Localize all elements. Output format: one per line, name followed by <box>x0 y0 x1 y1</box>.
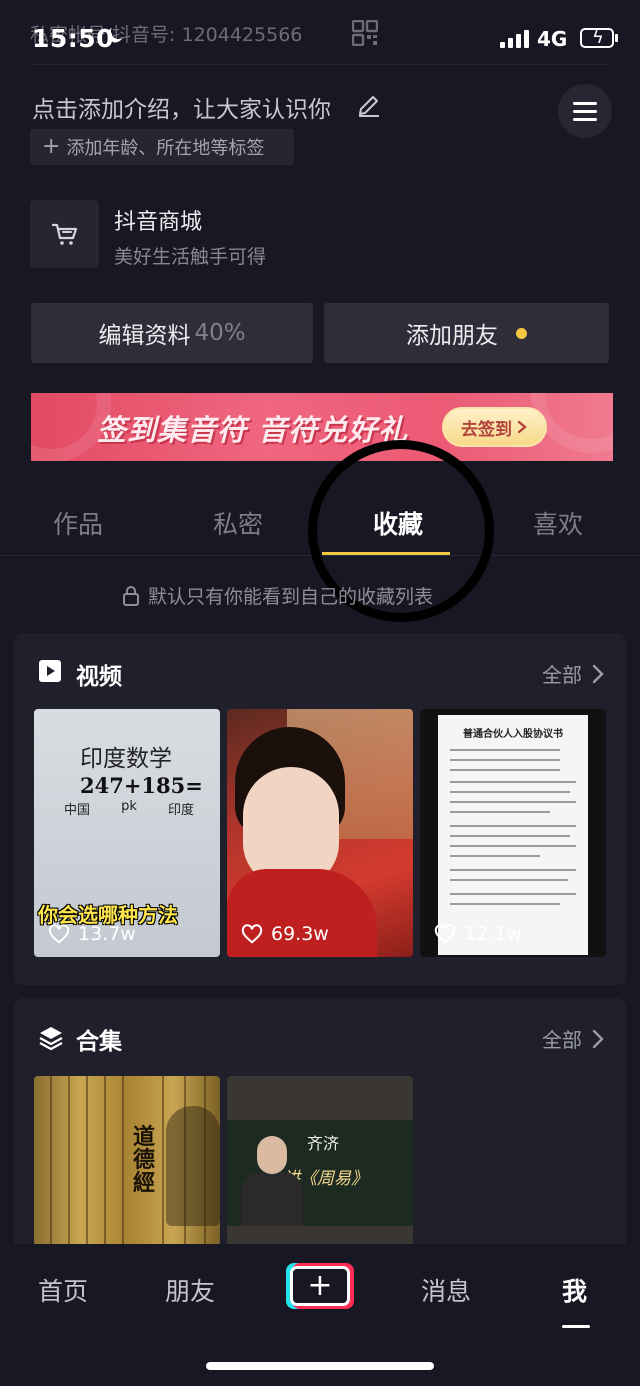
status-time: 15:50 <box>32 24 115 53</box>
nav-friends[interactable]: 朋友 <box>165 1272 215 1308</box>
nav-me[interactable]: 我 <box>562 1272 587 1308</box>
chevron-right-icon <box>592 664 604 683</box>
video-thumbnail[interactable]: 普通合伙人入股协议书 12.1w <box>420 709 606 957</box>
checkin-banner[interactable]: 签到集音符 音符兑好礼 去签到 <box>31 393 613 461</box>
videos-all-link[interactable]: 全部 <box>542 659 604 688</box>
nav-active-indicator <box>562 1325 590 1328</box>
videos-section: 视频 全部 印度数学 247+185= 中国 pk 印度 你会选哪种方法 13.… <box>14 633 626 985</box>
signal-icon <box>500 30 529 48</box>
like-count: 69.3w <box>241 923 329 945</box>
mall-title[interactable]: 抖音商城 <box>114 204 202 236</box>
video-thumbnail[interactable]: 印度数学 247+185= 中国 pk 印度 你会选哪种方法 13.7w <box>34 709 220 957</box>
heart-icon <box>434 924 456 944</box>
privacy-note: 默认只有你能看到自己的收藏列表 <box>122 582 433 609</box>
banner-text: 签到集音符 音符兑好礼 <box>97 413 409 447</box>
tab-works[interactable]: 作品 <box>53 505 103 541</box>
like-count: 13.7w <box>48 923 136 945</box>
heart-icon <box>48 924 70 944</box>
moon-icon <box>104 24 126 52</box>
heart-icon <box>241 924 263 944</box>
header-divider <box>30 64 610 65</box>
add-friend-button[interactable]: 添加朋友 <box>324 303 609 363</box>
privacy-text: 默认只有你能看到自己的收藏列表 <box>148 586 434 608</box>
videos-all-label: 全部 <box>542 663 582 687</box>
like-count: 12.1w <box>434 923 522 945</box>
video-text: 247+185= <box>80 773 203 798</box>
video-text: 中国 pk 印度 <box>64 799 194 818</box>
battery-icon: ϟ <box>580 27 614 48</box>
thumbnail-figure <box>241 1172 303 1226</box>
collection-thumbnail[interactable]: 齐济 讲《周易》 <box>227 1076 413 1246</box>
thumbnail-figure <box>257 1136 287 1174</box>
add-friend-label: 添加朋友 <box>406 323 498 349</box>
video-text: 印度数学 <box>80 746 172 772</box>
collection-thumbnail[interactable]: 道德經 <box>34 1076 220 1246</box>
checkin-button[interactable]: 去签到 <box>442 407 547 447</box>
notification-dot <box>516 327 527 339</box>
tab-private[interactable]: 私密 <box>213 505 263 541</box>
add-tags-chip[interactable]: + 添加年龄、所在地等标签 <box>30 129 294 165</box>
add-tags-label: 添加年龄、所在地等标签 <box>66 138 265 159</box>
play-icon <box>39 660 61 682</box>
menu-icon <box>573 101 597 105</box>
plus-icon: + <box>290 1266 350 1306</box>
collection-label: 道德經 <box>132 1125 155 1197</box>
edit-profile-label: 编辑资料 <box>98 323 191 349</box>
collections-title: 合集 <box>76 1029 122 1055</box>
qr-code-icon[interactable] <box>351 19 379 47</box>
collections-all-link[interactable]: 全部 <box>542 1024 604 1053</box>
chevron-right-icon <box>517 420 527 434</box>
battery-cap <box>615 34 618 42</box>
intro-prompt[interactable]: 点击添加介绍，让大家认识你 <box>32 90 331 124</box>
checkin-button-label: 去签到 <box>461 419 512 440</box>
home-indicator[interactable] <box>206 1362 434 1370</box>
tab-likes[interactable]: 喜欢 <box>533 505 583 541</box>
network-type: 4G <box>537 27 568 51</box>
nav-messages[interactable]: 消息 <box>421 1272 471 1308</box>
document-title: 普通合伙人入股协议书 <box>463 729 563 740</box>
mall-icon-box[interactable] <box>30 200 99 268</box>
mall-subtitle: 美好生活触手可得 <box>114 246 267 268</box>
collections-all-label: 全部 <box>542 1028 582 1052</box>
plus-icon: + <box>42 134 61 159</box>
collection-speaker: 齐济 <box>307 1134 340 1153</box>
pencil-icon[interactable] <box>356 92 382 118</box>
profile-completion: 40% <box>194 320 246 346</box>
edit-profile-button[interactable]: 编辑资料 40% <box>31 303 313 363</box>
collections-section: 合集 全部 道德經 齐济 讲《周易》 <box>14 998 626 1278</box>
lock-icon <box>123 585 139 606</box>
video-thumbnail[interactable]: 69.3w <box>227 709 413 957</box>
document-image: 普通合伙人入股协议书 <box>438 715 588 955</box>
create-button[interactable]: + <box>286 1263 354 1309</box>
nav-home[interactable]: 首页 <box>38 1272 88 1308</box>
layers-icon <box>39 1027 63 1051</box>
cart-icon <box>51 223 77 245</box>
menu-button[interactable] <box>558 84 612 138</box>
chevron-right-icon <box>592 1029 604 1048</box>
videos-title: 视频 <box>76 664 122 690</box>
thumbnail-figure <box>166 1106 220 1226</box>
